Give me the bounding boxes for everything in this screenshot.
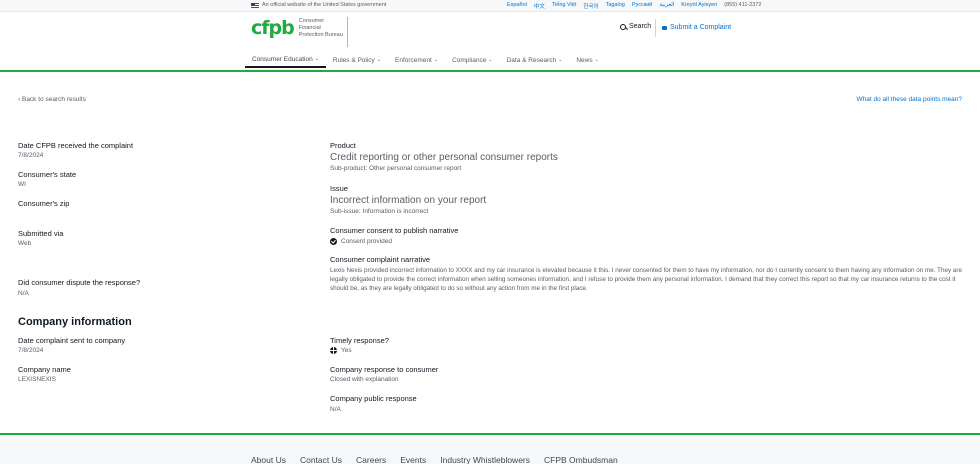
chevron-down-icon: ⌄ bbox=[433, 57, 439, 63]
footer-link-careers[interactable]: Careers bbox=[356, 455, 386, 464]
date-sent-label: Date complaint sent to company bbox=[18, 336, 126, 345]
us-flag-icon bbox=[251, 2, 259, 8]
nav-rules-policy[interactable]: Rules & Policy ⌄ bbox=[326, 52, 388, 68]
footer-link-events[interactable]: Events bbox=[400, 455, 426, 464]
date-sent-value: 7/8/2024 bbox=[18, 347, 44, 354]
subissue-value: Sub-issue: Information is incorrect bbox=[330, 208, 429, 215]
chevron-down-icon: ⌄ bbox=[488, 57, 493, 63]
footer-link-contact[interactable]: Contact Us bbox=[300, 455, 342, 464]
footer-link-whistleblowers[interactable]: Industry Whistleblowers bbox=[440, 455, 530, 464]
consent-label: Consumer consent to publish narrative bbox=[330, 226, 459, 235]
nav-enforcement[interactable]: Enforcement ⌄ bbox=[388, 52, 445, 68]
logo-divider bbox=[347, 17, 348, 47]
chevron-down-icon: ⌄ bbox=[558, 57, 563, 63]
submit-complaint-link[interactable]: Submit a Complaint bbox=[662, 24, 731, 31]
dispute-label: Did consumer dispute the response? bbox=[18, 278, 141, 287]
gov-banner-text: An official website of the United States… bbox=[262, 2, 387, 8]
check-circle-icon bbox=[330, 238, 337, 245]
language-link[interactable]: 中文 bbox=[534, 2, 545, 10]
timely-status-icon bbox=[330, 347, 337, 354]
back-link-label: Back to search results bbox=[21, 96, 86, 103]
submitted-via-label: Submitted via bbox=[18, 229, 64, 238]
nav-label: Enforcement bbox=[395, 56, 432, 64]
complaint-icon bbox=[662, 25, 667, 30]
nav-label: Compliance bbox=[452, 56, 487, 64]
back-to-results-link[interactable]: ‹ Back to search results bbox=[18, 96, 86, 103]
logo-text: Consumer Financial Protection Bureau bbox=[298, 18, 343, 38]
chevron-down-icon: ⌄ bbox=[376, 57, 382, 63]
footer-links: About Us Contact Us Careers Events Indus… bbox=[251, 455, 618, 464]
consent-value: Consent provided bbox=[341, 238, 392, 245]
language-link[interactable]: Kreyòl Ayisyen bbox=[681, 2, 717, 10]
gov-banner: An official website of the United States… bbox=[0, 0, 980, 12]
zip-label: Consumer's zip bbox=[18, 199, 70, 208]
nav-consumer-education[interactable]: Consumer Education ⌄ bbox=[245, 52, 326, 68]
language-link[interactable]: Español bbox=[507, 2, 527, 10]
company-response-label: Company response to consumer bbox=[330, 365, 439, 374]
header-rule bbox=[0, 70, 980, 72]
header-separator bbox=[655, 19, 656, 37]
nav-label: News bbox=[576, 56, 593, 64]
product-label: Product bbox=[330, 141, 356, 150]
dispute-value: N/A bbox=[18, 290, 29, 297]
company-response-value: Closed with explanation bbox=[330, 376, 399, 383]
timely-value: Yes bbox=[341, 347, 352, 354]
nav-data-research[interactable]: Data & Research ⌄ bbox=[500, 52, 570, 68]
company-name-label: Company name bbox=[18, 365, 71, 374]
nav-label: Rules & Policy bbox=[332, 56, 375, 64]
phone-number[interactable]: (855) 411-2372 bbox=[724, 2, 761, 10]
issue-label: Issue bbox=[330, 184, 348, 193]
company-info-heading: Company information bbox=[18, 316, 132, 328]
submit-label: Submit a Complaint bbox=[670, 24, 732, 31]
submitted-via-value: Web bbox=[18, 240, 32, 247]
gov-banner-notice: An official website of the United States… bbox=[251, 2, 386, 8]
search-button[interactable]: Search bbox=[620, 23, 651, 30]
nav-label: Data & Research bbox=[506, 56, 557, 64]
chevron-down-icon: ⌄ bbox=[594, 57, 599, 63]
language-link[interactable]: Русский bbox=[632, 2, 652, 10]
state-value: WI bbox=[18, 181, 26, 188]
main-nav: Consumer Education ⌄ Rules & Policy ⌄ Enfo… bbox=[245, 52, 606, 68]
search-label: Search bbox=[629, 23, 652, 30]
data-points-help-link[interactable]: What do all these data points mean? bbox=[856, 96, 962, 103]
language-link[interactable]: العربية bbox=[659, 2, 674, 10]
language-link[interactable]: Tagalog bbox=[606, 2, 625, 10]
issue-value: Incorrect information on your report bbox=[330, 195, 487, 206]
footer-link-about[interactable]: About Us bbox=[251, 455, 286, 464]
public-response-value: N/A bbox=[330, 406, 341, 413]
narrative-label: Consumer complaint narrative bbox=[330, 255, 431, 264]
language-link[interactable]: 한국어 bbox=[583, 2, 598, 10]
timely-label: Timely response? bbox=[330, 336, 389, 345]
chevron-down-icon: ⌄ bbox=[314, 56, 319, 62]
nav-label: Consumer Education bbox=[252, 55, 313, 63]
subproduct-value: Sub-product: Other personal consumer rep… bbox=[330, 165, 462, 172]
date-received-value: 7/8/2024 bbox=[18, 152, 44, 159]
company-name-value: LEXISNEXIS bbox=[18, 376, 56, 383]
nav-compliance[interactable]: Compliance ⌄ bbox=[445, 52, 500, 68]
language-links: Español 中文 Tiếng Việt 한국어 Tagalog Русски… bbox=[507, 2, 761, 10]
language-link[interactable]: Tiếng Việt bbox=[552, 2, 576, 10]
date-received-label: Date CFPB received the complaint bbox=[18, 141, 134, 150]
footer-link-ombudsman[interactable]: CFPB Ombudsman bbox=[544, 455, 618, 464]
narrative-text: Lexis Nexis provided incorrect informati… bbox=[330, 267, 962, 293]
cfpb-logo[interactable]: cfpb Consumer Financial Protection Burea… bbox=[251, 18, 345, 39]
logo-mark: cfpb bbox=[251, 17, 295, 39]
product-value: Credit reporting or other personal consu… bbox=[330, 152, 558, 163]
public-response-label: Company public response bbox=[330, 394, 417, 403]
state-label: Consumer's state bbox=[18, 170, 77, 179]
nav-news[interactable]: News ⌄ bbox=[569, 52, 605, 68]
search-icon bbox=[620, 23, 626, 30]
